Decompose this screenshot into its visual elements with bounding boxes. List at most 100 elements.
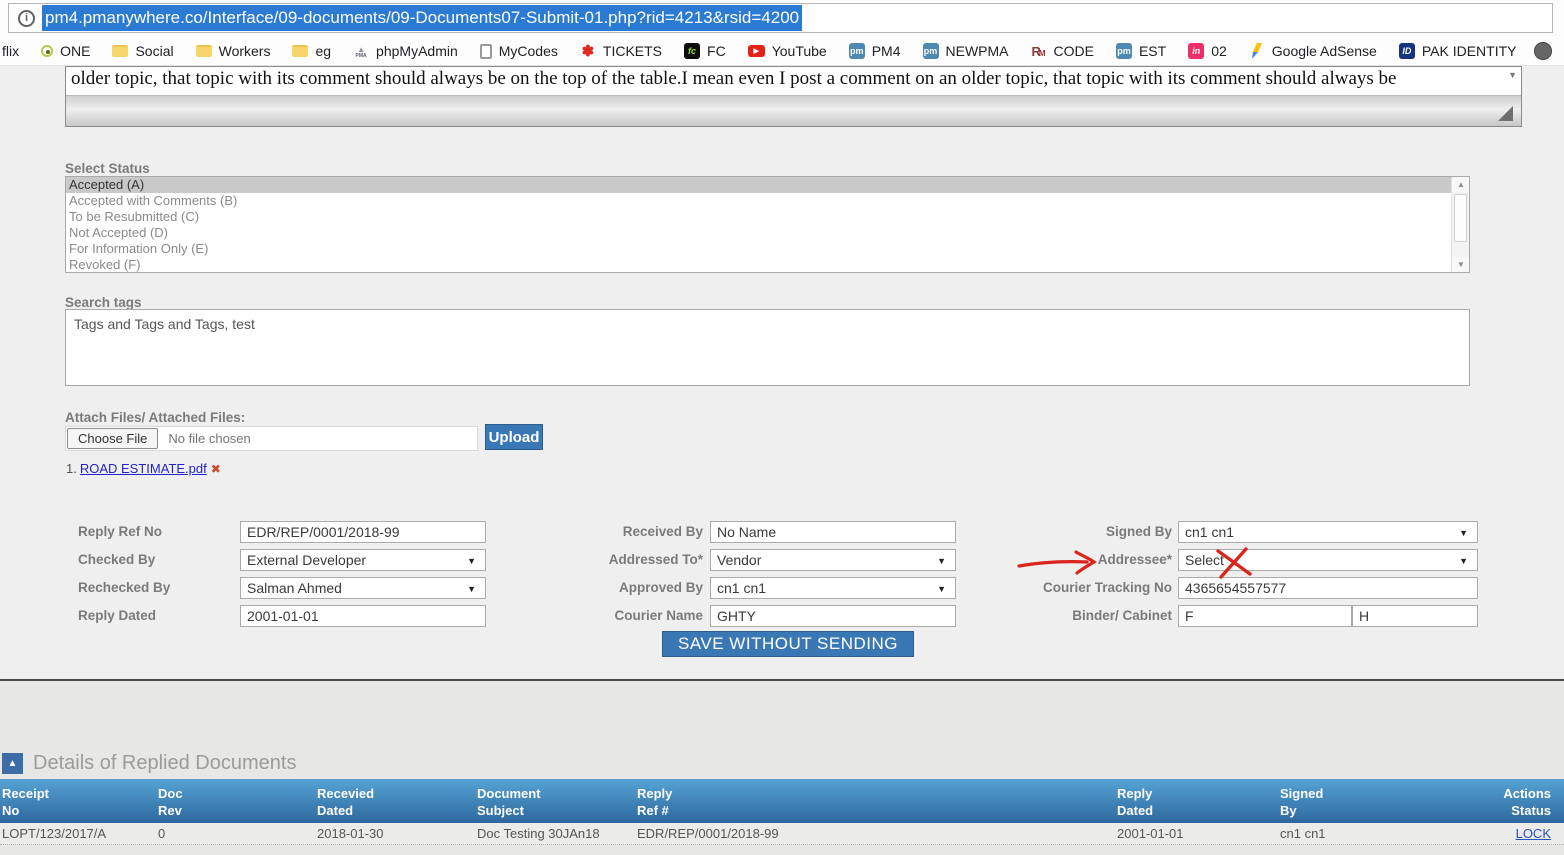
bookmark-item-phpmyadmin[interactable]: PMAphpMyAdmin <box>353 43 458 59</box>
pm-icon: pm <box>849 43 865 59</box>
signed-by-label: Signed By <box>1000 521 1172 543</box>
bookmark-item-tickets[interactable]: TICKETS <box>580 43 662 59</box>
column-header: ReceiptNo <box>2 785 152 819</box>
bookmark-item-social[interactable]: Social <box>112 43 173 59</box>
bookmark-item-youtube[interactable]: YouTube <box>748 43 827 59</box>
editor-text[interactable]: older topic, that topic with its comment… <box>66 67 1521 94</box>
scrollbar-thumb[interactable] <box>1454 194 1467 242</box>
browser-window: pm4.pmanywhere.co/Interface/09-documents… <box>0 0 1564 855</box>
comment-editor[interactable]: older topic, that topic with its comment… <box>65 66 1522 127</box>
details-section: Details of Replied Documents ReceiptNo D… <box>0 679 1564 855</box>
page-info-icon[interactable] <box>18 10 35 27</box>
scroll-down-icon[interactable] <box>1508 70 1517 80</box>
id-icon: ID <box>1399 43 1415 59</box>
status-option[interactable]: Revoked (F) <box>66 257 1469 273</box>
reply-dated-label: Reply Dated <box>78 605 228 627</box>
collapse-section-icon[interactable] <box>2 753 23 774</box>
phpmyadmin-icon: PMA <box>353 43 369 59</box>
chevron-down-icon <box>467 578 476 600</box>
reply-dated-input[interactable] <box>240 605 486 627</box>
bookmark-item-one[interactable]: ONE <box>41 43 90 59</box>
status-option-selected[interactable]: Accepted (A) <box>66 177 1469 193</box>
no-file-chosen-text: No file chosen <box>168 431 250 446</box>
column-header: DocumentSubject <box>477 785 634 819</box>
courier-tracking-no-label: Courier Tracking No <box>1000 577 1172 599</box>
chevron-down-icon <box>1459 550 1468 572</box>
chevron-down-icon <box>467 550 476 572</box>
column-header: DocRev <box>158 785 313 819</box>
rechecked-by-select[interactable]: Salman Ahmed <box>240 577 486 599</box>
page-icon <box>480 44 492 59</box>
section-header: Details of Replied Documents <box>2 752 296 775</box>
bookmark-item-mycodes[interactable]: MyCodes <box>480 43 558 59</box>
bookmark-item-flix[interactable]: flix <box>2 43 19 59</box>
chevron-down-icon <box>937 578 946 600</box>
approved-by-select[interactable]: cn1 cn1 <box>710 577 956 599</box>
bookmark-item-newpma[interactable]: pmNEWPMA <box>923 43 1009 59</box>
signed-by-cell: cn1 cn1 <box>1280 823 1435 844</box>
received-by-input[interactable] <box>710 521 956 543</box>
status-option[interactable]: Accepted with Comments (B) <box>66 193 1469 209</box>
status-option[interactable]: To be Resubmitted (C) <box>66 209 1469 225</box>
status-option[interactable]: Not Accepted (D) <box>66 225 1469 241</box>
receipt-no-cell: LOPT/123/2017/A <box>2 823 152 844</box>
status-option[interactable]: For Information Only (E) <box>66 241 1469 257</box>
bookmark-item-pm4[interactable]: pmPM4 <box>849 43 901 59</box>
search-tags-input[interactable]: Tags and Tags and Tags, test <box>65 309 1470 386</box>
choose-file-button[interactable]: Choose File <box>67 428 158 449</box>
chevron-down-icon <box>1459 522 1468 544</box>
reply-ref-cell: EDR/REP/0001/2018-99 <box>637 823 1107 844</box>
status-listbox[interactable]: Accepted (A) Accepted with Comments (B) … <box>65 176 1470 273</box>
table-header: ReceiptNo DocRev ReceviedDated DocumentS… <box>0 779 1564 823</box>
bookmark-item-adsense[interactable]: Google AdSense <box>1249 43 1377 59</box>
courier-tracking-no-input[interactable] <box>1178 577 1478 599</box>
file-input[interactable]: Choose File No file chosen <box>65 426 478 451</box>
bookmark-item-est[interactable]: pmEST <box>1116 43 1166 59</box>
reply-dated-cell: 2001-01-01 <box>1117 823 1275 844</box>
addressee-select[interactable]: Select <box>1178 549 1478 571</box>
save-without-sending-button[interactable]: SAVE WITHOUT SENDING <box>662 631 914 657</box>
courier-name-input[interactable] <box>710 605 956 627</box>
bookmark-item-workers[interactable]: Workers <box>196 43 271 59</box>
bookmark-item-fc[interactable]: fcFC <box>684 43 726 59</box>
attached-file-item: 1.ROAD ESTIMATE.pdf <box>66 461 221 476</box>
checked-by-select[interactable]: External Developer <box>240 549 486 571</box>
pm-icon: pm <box>923 43 939 59</box>
addressed-to-select[interactable]: Vendor <box>710 549 956 571</box>
chevron-down-icon <box>937 550 946 572</box>
column-header: ActionsStatus <box>1440 785 1557 819</box>
column-header: ReplyDated <box>1117 785 1275 819</box>
one-circle-icon <box>41 45 53 57</box>
rm-monogram-icon: RM <box>1031 43 1047 59</box>
resize-handle-icon[interactable] <box>1498 106 1513 121</box>
column-header: SignedBy <box>1280 785 1435 819</box>
bookmarks-bar: flix ONE Social Workers eg PMAphpMyAdmin… <box>0 36 1564 66</box>
bookmark-item-pak-identity[interactable]: IDPAK IDENTITY <box>1399 43 1517 59</box>
addressed-to-label: Addressed To* <box>558 549 703 571</box>
url-text[interactable]: pm4.pmanywhere.co/Interface/09-documents… <box>42 5 802 31</box>
attached-file-link[interactable]: ROAD ESTIMATE.pdf <box>80 461 207 476</box>
browser-chrome: pm4.pmanywhere.co/Interface/09-documents… <box>0 0 1564 66</box>
bookmark-item-code[interactable]: RMCODE <box>1031 43 1094 59</box>
search-tags-label: Search tags <box>65 295 142 310</box>
bookmark-item-02[interactable]: in02 <box>1188 43 1227 59</box>
flower-icon <box>580 43 596 59</box>
scroll-down-icon[interactable] <box>1452 257 1470 272</box>
received-dated-cell: 2018-01-30 <box>317 823 474 844</box>
profile-avatar-icon[interactable] <box>1534 42 1552 60</box>
table-row: LOPT/123/2017/A 0 2018-01-30 Doc Testing… <box>0 823 1564 845</box>
upload-button[interactable]: Upload <box>485 424 543 450</box>
document-subject-cell: Doc Testing 30JAn18 <box>477 823 634 844</box>
signed-by-select[interactable]: cn1 cn1 <box>1178 521 1478 543</box>
courier-name-label: Courier Name <box>558 605 703 627</box>
listbox-scrollbar[interactable] <box>1451 177 1469 272</box>
reply-ref-no-input[interactable] <box>240 521 486 543</box>
binder-input[interactable] <box>1178 605 1352 627</box>
pm-icon: pm <box>1116 43 1132 59</box>
scroll-up-icon[interactable] <box>1452 177 1470 192</box>
lock-action-link[interactable]: LOCK <box>1516 826 1551 841</box>
cabinet-input[interactable] <box>1352 605 1478 627</box>
delete-file-icon[interactable] <box>211 462 221 476</box>
address-bar[interactable]: pm4.pmanywhere.co/Interface/09-documents… <box>8 3 1553 33</box>
bookmark-item-eg[interactable]: eg <box>292 43 331 59</box>
